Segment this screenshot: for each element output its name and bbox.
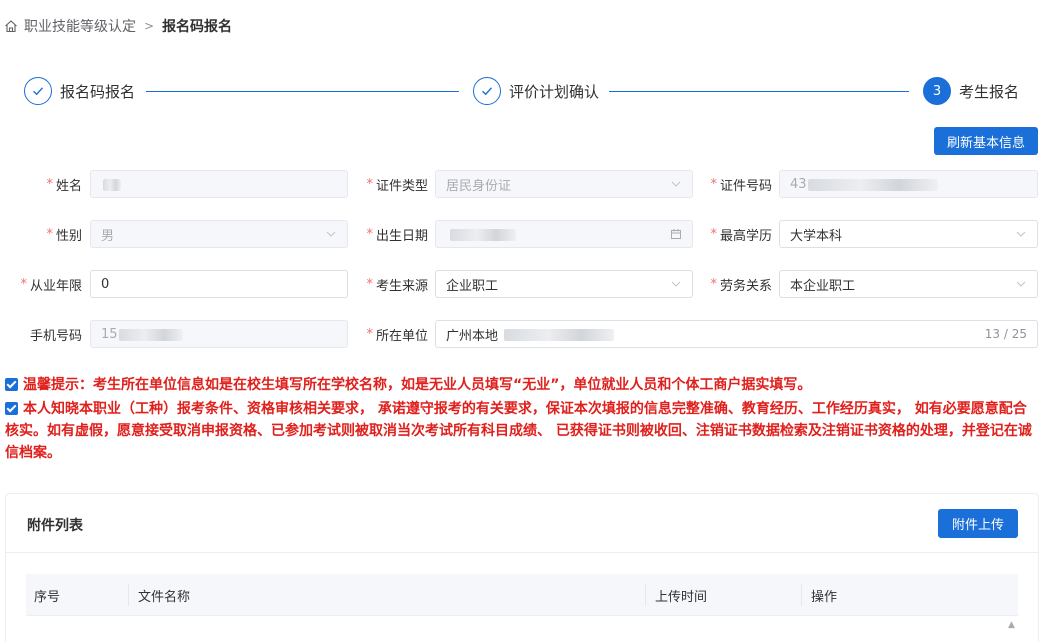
step-3: 3 考生报名 [923,76,1019,106]
education-select[interactable]: 大学本科 [779,220,1038,248]
birth-date-picker[interactable] [435,220,693,248]
chevron-down-icon [1016,231,1026,237]
name-field[interactable] [90,170,348,198]
col-divider [801,584,802,606]
chevron-down-icon [671,281,681,287]
step-2-label: 评价计划确认 [509,82,600,101]
scroll-up-icon[interactable]: ▲ [1008,620,1015,630]
notice-commitment: 本人知晓本职业（工种）报考条件、资格审核相关要求， 承诺遵守报考的有关要求，保证… [5,401,1032,461]
col-divider [645,584,646,606]
step-connector-2 [609,91,909,92]
id-number-label: * 证件号码 [710,176,772,194]
redacted-org [504,329,614,341]
org-input[interactable]: 广州本地 13 / 25 [435,320,1038,348]
labor-label: * 劳务关系 [710,276,772,294]
redacted-name [103,179,121,191]
step-1-check-icon [24,77,52,105]
attachment-title: 附件列表 [27,518,83,534]
years-input[interactable]: 0 [90,270,348,298]
chevron-down-icon [1016,281,1026,287]
phone-label: 手机号码 [29,328,82,344]
years-label: * 从业年限 [20,276,82,294]
notice-tip: 温馨提示：考生所在单位信息如是在校生填写所在学校名称，如是无业人员填写“无业”，… [5,374,1035,396]
step-2-check-icon [473,77,501,105]
col-filename: 文件名称 [138,589,191,605]
col-divider [128,584,129,606]
step-2: 评价计划确认 [473,76,599,106]
id-number-field[interactable]: 43 [779,170,1038,198]
step-3-label: 考生报名 [959,82,1020,101]
id-type-label: * 证件类型 [366,176,428,194]
redacted-phone [119,329,183,341]
refresh-info-button[interactable]: 刷新基本信息 [934,127,1038,155]
checkbox-checked-icon[interactable] [5,402,18,415]
char-count: 13 / 25 [984,327,1027,341]
org-label: * 所在单位 [366,326,428,344]
redacted-id-number [808,179,938,191]
phone-field[interactable]: 15 [90,320,348,348]
name-label: * 姓名 [46,176,82,194]
table-header: 序号 文件名称 上传时间 操作 [26,574,1018,616]
step-1: 报名码报名 [24,76,135,106]
step-3-number: 3 [923,77,951,105]
gender-select[interactable]: 男 [90,220,348,248]
birth-date-label: * 出生日期 [366,226,428,244]
chevron-down-icon [671,181,681,187]
chevron-down-icon [326,231,336,237]
id-type-select[interactable]: 居民身份证 [435,170,693,198]
redacted-birth-date [450,229,516,241]
card-divider [6,552,1038,553]
step-1-label: 报名码报名 [60,82,136,101]
breadcrumb-separator: > [144,19,155,33]
attachment-card: 附件列表 附件上传 序号 文件名称 上传时间 操作 ▲ [5,493,1039,642]
education-label: * 最高学历 [710,226,772,244]
col-index: 序号 [34,589,61,605]
upload-attachment-button[interactable]: 附件上传 [938,509,1018,538]
breadcrumb-parent[interactable]: 职业技能等级认定 [24,16,136,36]
gender-label: * 性别 [46,226,82,244]
checkbox-checked-icon[interactable] [5,378,18,391]
col-upload-time: 上传时间 [655,589,708,605]
home-icon[interactable] [4,19,18,33]
step-connector-1 [146,91,459,92]
breadcrumb: 职业技能等级认定 > 报名码报名 [4,16,232,36]
labor-select[interactable]: 本企业职工 [779,270,1038,298]
breadcrumb-current: 报名码报名 [162,19,233,35]
calendar-icon [671,229,681,239]
progress-steps: 报名码报名 评价计划确认 3 考生报名 [24,76,1040,106]
source-select[interactable]: 企业职工 [435,270,693,298]
source-label: * 考生来源 [366,276,428,294]
col-actions: 操作 [811,589,838,605]
